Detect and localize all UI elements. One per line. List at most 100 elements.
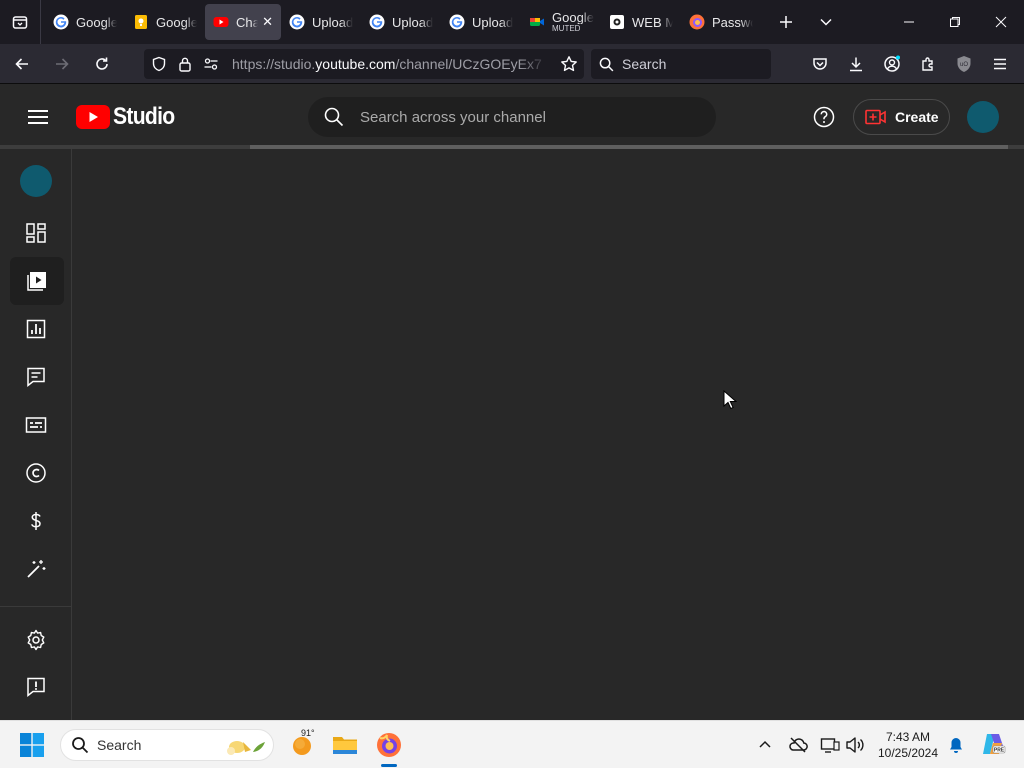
tab-upload-2[interactable]: Upload — [361, 4, 441, 40]
copilot-icon: PRE — [983, 734, 1006, 754]
pocket-button[interactable] — [802, 44, 838, 84]
sidebar-item-copyright[interactable] — [0, 449, 72, 497]
channel-search-placeholder: Search across your channel — [360, 108, 546, 126]
google-favicon — [53, 14, 69, 30]
speaker-icon — [846, 737, 864, 753]
google-favicon — [369, 14, 385, 30]
sidebar-item-customization[interactable] — [0, 545, 72, 593]
show-hidden-icons-button[interactable] — [757, 733, 773, 757]
tab-google-keep[interactable]: Google Keep — [125, 4, 205, 40]
content-icon — [27, 272, 46, 291]
list-all-tabs-button[interactable] — [806, 0, 846, 44]
restore-button[interactable] — [932, 0, 978, 44]
new-tab-button[interactable] — [766, 0, 806, 44]
url-text: https://studio.youtube.com/channel/UCzGO… — [232, 56, 542, 72]
tab-web-messages[interactable]: WEB M — [601, 4, 681, 40]
muted-label: MUTED — [552, 24, 581, 33]
downloads-button[interactable] — [838, 44, 874, 84]
taskbar-search-label: Search — [97, 737, 142, 753]
tab-google[interactable]: Google — [45, 4, 125, 40]
reload-button[interactable] — [84, 48, 120, 80]
create-button-label: Create — [895, 109, 939, 125]
tab-upload-3[interactable]: Upload — [441, 4, 521, 40]
studio-logo[interactable]: Studio — [76, 103, 183, 131]
shield-icon — [152, 56, 166, 72]
plus-icon — [780, 16, 792, 28]
sidebar-item-dashboard[interactable] — [0, 209, 72, 257]
close-window-button[interactable] — [978, 0, 1024, 44]
puzzle-icon — [922, 57, 933, 71]
tab-list-icon — [12, 16, 28, 29]
studio-sidebar — [0, 149, 72, 720]
tab-overview-button[interactable] — [0, 0, 40, 44]
clock-time: 7:43 AM — [885, 730, 931, 744]
weather-temperature: 91° — [301, 728, 315, 738]
app-menu-button[interactable] — [982, 44, 1018, 84]
tab-google-meet[interactable]: Google MUTED — [521, 4, 601, 40]
svg-text:uO: uO — [960, 62, 968, 68]
sidebar-item-comments[interactable] — [0, 353, 72, 401]
address-bar[interactable]: https://studio.youtube.com/channel/UCzGO… — [144, 49, 584, 79]
onedrive-tray-button[interactable] — [788, 733, 808, 757]
download-icon — [850, 57, 862, 72]
youtube-logo-icon — [76, 105, 110, 129]
reload-icon — [96, 57, 108, 70]
tab-channel-studio[interactable]: Cha ✕ — [205, 4, 281, 40]
create-button[interactable]: Create — [853, 99, 950, 135]
studio-header: Studio Search across your channel Create — [0, 85, 1024, 147]
copyright-icon — [26, 463, 46, 483]
browser-search-box[interactable]: Search — [591, 49, 771, 79]
search-icon — [324, 107, 344, 127]
dollar-icon — [31, 512, 41, 530]
minimize-button[interactable] — [886, 0, 932, 44]
back-button[interactable] — [4, 48, 40, 80]
sidebar-item-earn[interactable] — [0, 497, 72, 545]
volume-tray-button[interactable] — [845, 733, 865, 757]
browser-tab-strip: Google Google Keep Cha ✕ Upload Upload U… — [0, 0, 1024, 44]
channel-search-input[interactable]: Search across your channel — [308, 97, 716, 137]
permissions-icon — [204, 58, 218, 70]
network-tray-button[interactable] — [820, 733, 840, 757]
sidebar-item-send-feedback[interactable] — [0, 663, 72, 711]
forward-button[interactable] — [44, 48, 80, 80]
start-button[interactable] — [20, 733, 44, 757]
restore-icon — [950, 17, 960, 27]
sidebar-item-content[interactable] — [10, 257, 64, 305]
site-security-button[interactable] — [172, 49, 198, 79]
lock-icon — [179, 57, 191, 72]
taskbar-file-explorer[interactable] — [329, 729, 361, 761]
help-button[interactable] — [812, 105, 836, 129]
windows-logo-icon — [20, 733, 44, 757]
permissions-button[interactable] — [198, 49, 224, 79]
tab-passwords[interactable]: Passwo — [681, 4, 761, 40]
sidebar-item-analytics[interactable] — [0, 305, 72, 353]
close-tab-icon[interactable]: ✕ — [262, 14, 273, 30]
network-icon — [820, 738, 840, 753]
clock-date: 10/25/2024 — [877, 746, 939, 760]
search-icon — [599, 57, 614, 71]
notifications-button[interactable] — [948, 733, 964, 757]
account-avatar[interactable] — [967, 101, 999, 133]
channel-avatar[interactable] — [20, 165, 52, 197]
help-icon — [813, 106, 835, 128]
feedback-icon — [27, 677, 45, 698]
taskbar-clock[interactable]: 7:43 AM 10/25/2024 — [870, 729, 946, 761]
tab-label: Google — [552, 11, 594, 24]
taskbar-search-box[interactable]: Search — [60, 729, 274, 761]
sidebar-divider — [0, 606, 72, 607]
tracking-protection-button[interactable] — [146, 49, 172, 79]
taskbar-firefox[interactable] — [373, 729, 405, 761]
studio-menu-button[interactable] — [22, 105, 54, 129]
youtube-favicon — [213, 17, 229, 27]
ublock-extension-button[interactable]: uO — [946, 44, 982, 84]
tab-upload-1[interactable]: Upload — [281, 4, 361, 40]
web-favicon — [610, 15, 624, 29]
copilot-button[interactable]: PRE — [980, 731, 1006, 757]
bookmark-star-button[interactable] — [560, 55, 578, 73]
windows-taskbar: Search 91° 7:43 AM 10/25/2024 PRE — [0, 720, 1024, 768]
extensions-button[interactable] — [910, 44, 946, 84]
account-button[interactable] — [874, 44, 910, 84]
sidebar-item-settings[interactable] — [0, 616, 72, 664]
firefox-icon — [377, 733, 401, 757]
sidebar-item-subtitles[interactable] — [0, 401, 72, 449]
